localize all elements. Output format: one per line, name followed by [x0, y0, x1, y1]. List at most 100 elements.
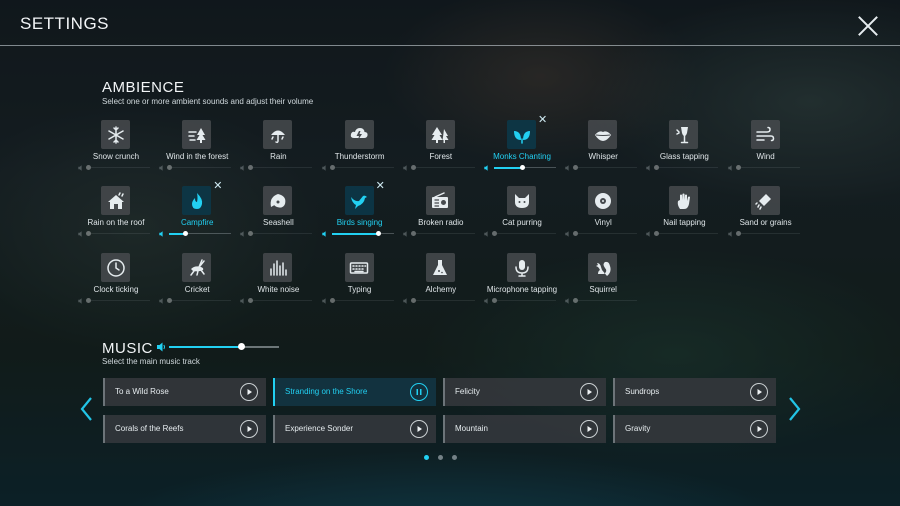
ambience-item[interactable]: ✕ Birds singing — [318, 181, 402, 240]
volume-knob[interactable] — [410, 165, 416, 170]
ambience-volume-slider[interactable] — [240, 230, 318, 238]
volume-knob[interactable] — [86, 165, 91, 170]
volume-knob[interactable] — [573, 298, 579, 303]
ambience-item[interactable]: Snow crunch — [74, 118, 158, 174]
ambience-volume-slider[interactable] — [484, 297, 562, 305]
ambience-volume-slider[interactable] — [565, 297, 643, 305]
ambience-volume-slider[interactable] — [321, 297, 400, 305]
ambience-volume-slider[interactable] — [565, 164, 643, 172]
volume-knob[interactable] — [182, 231, 188, 236]
ambience-item[interactable]: ✕ Monks Chanting — [480, 115, 564, 174]
ambience-volume-slider[interactable] — [646, 230, 724, 238]
music-track-card[interactable]: Gravity — [613, 415, 776, 443]
ambience-item[interactable]: Sand or grains — [724, 184, 808, 240]
volume-knob[interactable] — [735, 165, 741, 170]
page-dot[interactable] — [424, 455, 429, 460]
ambience-volume-slider[interactable] — [321, 230, 400, 238]
ambience-volume-slider[interactable] — [159, 297, 237, 305]
ambience-item[interactable]: White noise — [236, 251, 320, 307]
volume-knob[interactable] — [167, 298, 173, 303]
ambience-item[interactable]: Cat purring — [480, 184, 564, 240]
ambience-volume-slider[interactable] — [403, 164, 481, 172]
volume-knob[interactable] — [167, 165, 173, 170]
close-button[interactable] — [856, 14, 880, 38]
music-track-card[interactable]: Sundrops — [613, 378, 776, 406]
ambience-item[interactable]: Wind in the forest — [155, 118, 239, 174]
ambience-volume-slider[interactable] — [727, 164, 806, 172]
play-button[interactable] — [240, 420, 258, 438]
ambience-volume-slider[interactable] — [646, 164, 724, 172]
volume-knob[interactable] — [410, 231, 416, 236]
volume-knob[interactable] — [376, 231, 382, 236]
volume-knob[interactable] — [86, 298, 91, 303]
remove-sound-button[interactable]: ✕ — [538, 115, 547, 126]
remove-sound-button[interactable]: ✕ — [376, 181, 385, 192]
volume-knob[interactable] — [492, 231, 497, 236]
ambience-volume-slider[interactable] — [403, 230, 481, 238]
play-button[interactable] — [240, 383, 258, 401]
ambience-volume-slider[interactable] — [159, 164, 237, 172]
volume-knob[interactable] — [573, 231, 579, 236]
volume-knob[interactable] — [248, 231, 254, 236]
play-button[interactable] — [580, 383, 598, 401]
music-track-card[interactable]: Experience Sonder — [273, 415, 436, 443]
play-button[interactable] — [750, 383, 768, 401]
play-button[interactable] — [580, 420, 598, 438]
ambience-item[interactable]: Squirrel — [561, 251, 645, 307]
ambience-volume-slider[interactable] — [484, 164, 562, 172]
volume-knob[interactable] — [86, 231, 91, 236]
music-track-card[interactable]: Mountain — [443, 415, 606, 443]
ambience-item[interactable]: Rain — [236, 118, 320, 174]
ambience-volume-slider[interactable] — [403, 297, 481, 305]
page-dot[interactable] — [438, 455, 443, 460]
pause-button[interactable] — [410, 383, 428, 401]
ambience-item[interactable]: Vinyl — [561, 184, 645, 240]
volume-knob[interactable] — [735, 231, 741, 236]
ambience-item[interactable]: Cricket — [155, 251, 239, 307]
volume-knob[interactable] — [492, 298, 497, 303]
play-button[interactable] — [750, 420, 768, 438]
ambience-item[interactable]: Forest — [399, 118, 483, 174]
next-page-button[interactable] — [786, 396, 802, 422]
page-dot[interactable] — [452, 455, 457, 460]
volume-knob[interactable] — [410, 298, 416, 303]
volume-knob[interactable] — [654, 165, 660, 170]
ambience-volume-slider[interactable] — [78, 230, 156, 238]
ambience-item[interactable]: Typing — [318, 251, 402, 307]
music-track-card[interactable]: Stranding on the Shore — [273, 378, 436, 406]
ambience-volume-slider[interactable] — [484, 230, 562, 238]
music-track-card[interactable]: To a Wild Rose — [103, 378, 266, 406]
remove-sound-button[interactable]: ✕ — [213, 181, 222, 192]
volume-knob[interactable] — [654, 231, 660, 236]
music-track-card[interactable]: Corals of the Reefs — [103, 415, 266, 443]
ambience-item[interactable]: Thunderstorm — [318, 118, 402, 174]
ambience-item[interactable]: Nail tapping — [642, 184, 726, 240]
ambience-volume-slider[interactable] — [727, 230, 806, 238]
ambience-volume-slider[interactable] — [159, 230, 237, 238]
ambience-item[interactable]: Wind — [724, 118, 808, 174]
ambience-volume-slider[interactable] — [321, 164, 400, 172]
ambience-volume-slider[interactable] — [565, 230, 643, 238]
ambience-volume-slider[interactable] — [240, 297, 318, 305]
ambience-item[interactable]: Rain on the roof — [74, 184, 158, 240]
ambience-item[interactable]: Seashell — [236, 184, 320, 240]
volume-knob[interactable] — [573, 165, 579, 170]
ambience-item[interactable]: Glass tapping — [642, 118, 726, 174]
prev-page-button[interactable] — [79, 396, 95, 422]
ambience-item[interactable]: Clock ticking — [74, 251, 158, 307]
music-track-card[interactable]: Felicity — [443, 378, 606, 406]
play-button[interactable] — [410, 420, 428, 438]
ambience-item[interactable]: Broken radio — [399, 184, 483, 240]
volume-knob[interactable] — [519, 165, 525, 170]
ambience-volume-slider[interactable] — [240, 164, 318, 172]
ambience-item[interactable]: Microphone tapping — [480, 251, 564, 307]
volume-knob[interactable] — [329, 298, 335, 303]
volume-knob[interactable] — [248, 165, 254, 170]
ambience-item[interactable]: Whisper — [561, 118, 645, 174]
volume-knob[interactable] — [248, 298, 254, 303]
ambience-volume-slider[interactable] — [78, 164, 156, 172]
ambience-item[interactable]: Alchemy — [399, 251, 483, 307]
ambience-item[interactable]: ✕ Campfire — [155, 181, 239, 240]
music-volume-slider[interactable] — [157, 341, 283, 353]
volume-knob[interactable] — [329, 165, 335, 170]
